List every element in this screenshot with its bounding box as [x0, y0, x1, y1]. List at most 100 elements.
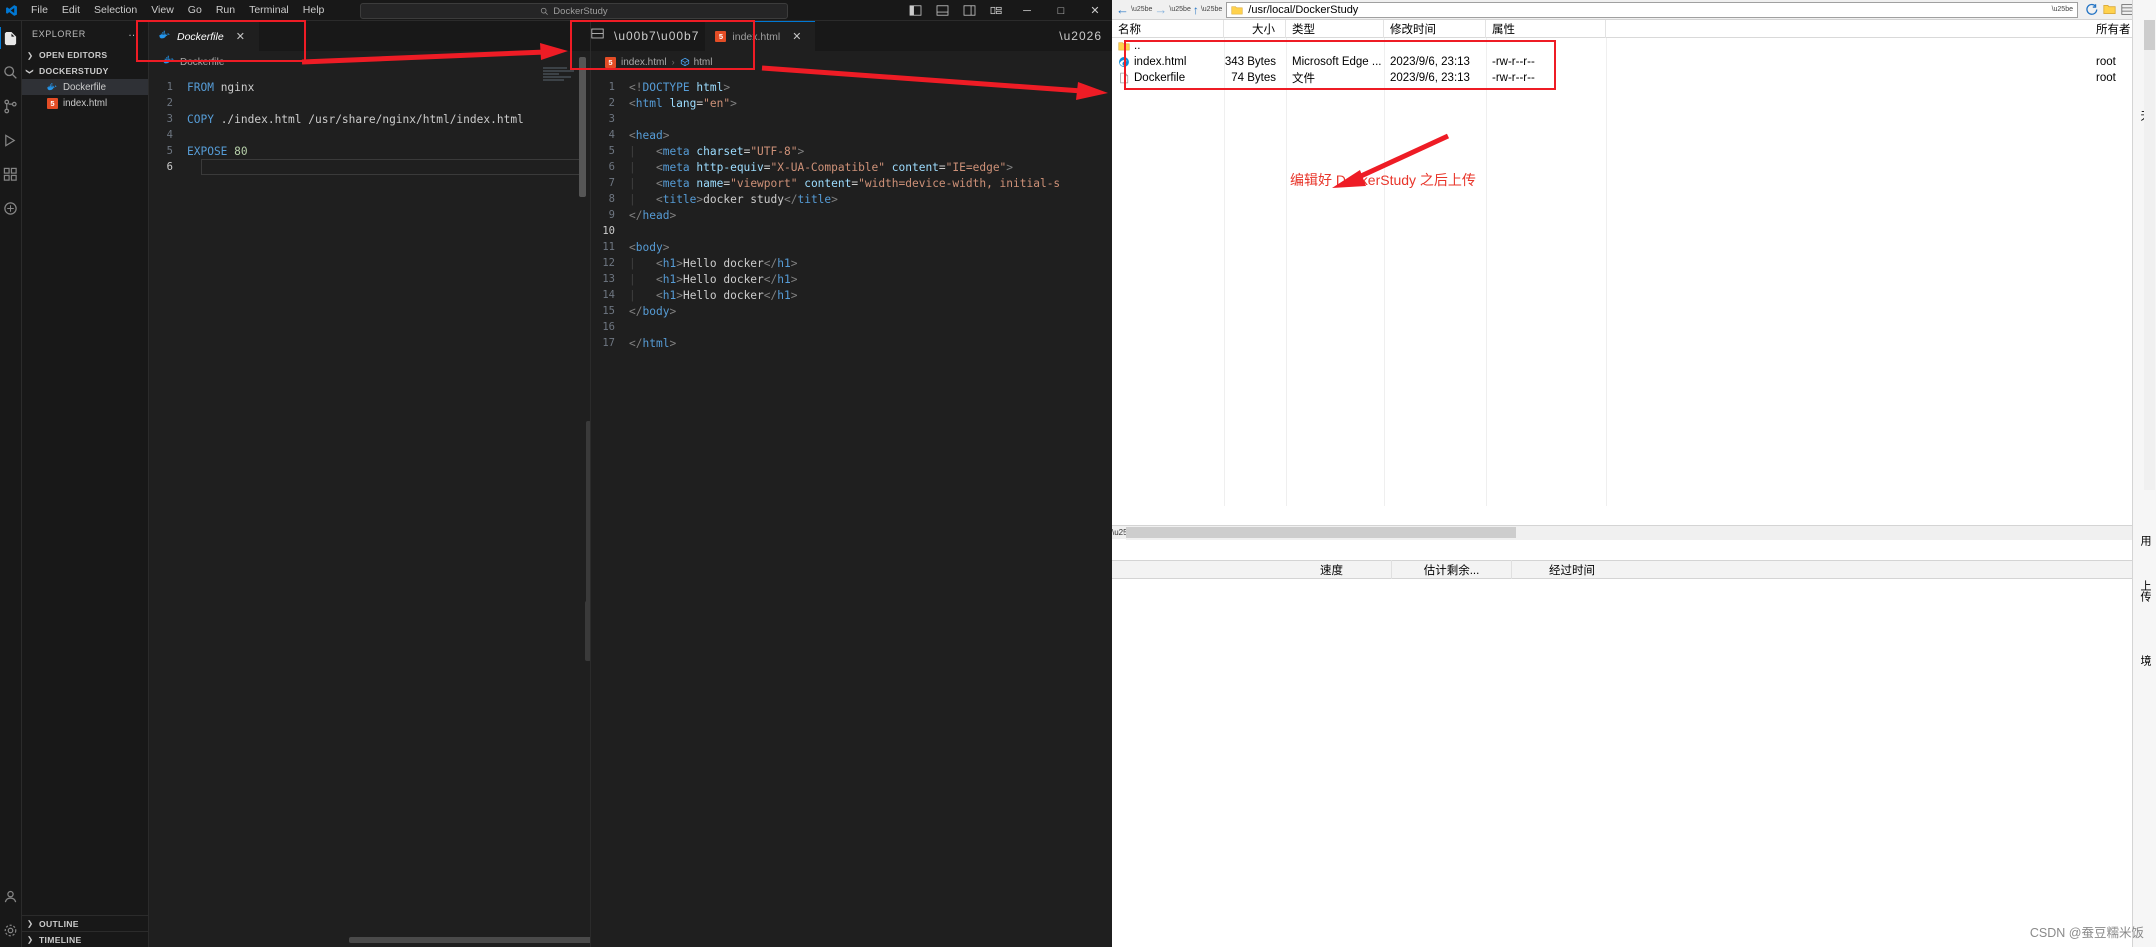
sidebar-section-dockerstudy[interactable]: ❯ DOCKERSTUDY [22, 63, 148, 79]
column-header-name[interactable]: 名称 [1112, 19, 1224, 38]
column-header-size[interactable]: 大小 [1224, 19, 1286, 38]
cell-attr [1486, 38, 1606, 54]
toggle-panel-icon[interactable] [929, 0, 956, 21]
activity-run-debug-icon[interactable] [0, 123, 22, 157]
code-line: 14 | <h1>Hello docker</h1> [591, 287, 1112, 303]
activity-settings-gear-icon[interactable] [0, 913, 22, 947]
file-name-label: index.html [1134, 56, 1187, 68]
close-button[interactable]: ✕ [1078, 0, 1112, 21]
docker-file-icon [163, 55, 175, 69]
menu-terminal[interactable]: Terminal [242, 2, 296, 18]
rail-label: 用 [2139, 535, 2151, 546]
sidebar-section-open-editors[interactable]: ❯ OPEN EDITORS [22, 47, 148, 63]
column-header-time[interactable]: 修改时间 [1384, 19, 1486, 38]
breadcrumb-symbol[interactable]: html [680, 56, 713, 68]
fm-nav-group: ← \u25be → \u25be ↑ \u25be [1116, 2, 1222, 17]
file-name-label: Dockerfile [1134, 72, 1186, 84]
menu-selection[interactable]: Selection [87, 2, 144, 18]
line-number: 15 [602, 305, 615, 317]
vscode-window: File Edit Selection View Go Run Terminal… [0, 0, 1112, 947]
fm-file-list[interactable]: .. index.html 343 Bytes Microsoft Edge . [1112, 38, 2156, 506]
code-line: 12 | <h1>Hello docker</h1> [591, 255, 1112, 271]
activity-search-icon[interactable] [0, 55, 22, 89]
refresh-icon[interactable] [2085, 3, 2098, 16]
menu-run[interactable]: Run [209, 2, 242, 18]
breadcrumb-right[interactable]: 5 index.html › html [591, 51, 1112, 73]
sidebar-file-index-html[interactable]: 5 index.html [22, 95, 148, 111]
editor-vertical-scrollbar-right[interactable] [579, 57, 586, 197]
code-line: 1 <!DOCTYPE html> [591, 79, 1112, 95]
toggle-primary-sidebar-icon[interactable] [902, 0, 929, 21]
scroll-thumb[interactable] [1126, 527, 1516, 538]
menu-view[interactable]: View [144, 2, 181, 18]
scroll-track[interactable] [1126, 525, 2142, 540]
minimap[interactable] [543, 67, 583, 111]
explorer-more-icon[interactable]: … [128, 28, 140, 38]
annotation-upload-note: 编辑好 DockerStudy 之后上传 [1290, 172, 1476, 188]
menu-help[interactable]: Help [296, 2, 332, 18]
more-actions-icon[interactable]: \u00b7\u00b7 [614, 30, 699, 42]
chevron-down-icon[interactable]: \u25be [2052, 6, 2073, 13]
split-editor-icon[interactable] [591, 27, 604, 45]
new-folder-icon[interactable] [2103, 3, 2116, 16]
rail-scrollbar[interactable] [2144, 20, 2155, 490]
code-line: 11 <body> [591, 239, 1112, 255]
tab-close-icon[interactable]: ✕ [236, 30, 245, 43]
menu-file[interactable]: File [24, 2, 55, 18]
menu-go[interactable]: Go [181, 2, 209, 18]
activity-source-control-icon[interactable] [0, 89, 22, 123]
fm-path-input[interactable]: /usr/local/DockerStudy \u25be [1226, 1, 2078, 18]
split-resizer[interactable] [585, 601, 589, 661]
tab-index-html[interactable]: 5 index.html ✕ [705, 21, 816, 51]
tab-dockerfile[interactable]: Dockerfile ✕ [149, 21, 259, 51]
activity-extensions-icon[interactable] [0, 157, 22, 191]
toggle-secondary-sidebar-icon[interactable] [956, 0, 983, 21]
chevron-down-icon[interactable]: \u25be [1131, 6, 1152, 13]
more-actions-icon[interactable]: \u2026 [1059, 30, 1102, 42]
code-editor-dockerfile[interactable]: 1 FROM nginx 2 3 COPY ./index.html /usr/… [149, 73, 590, 175]
activity-account-icon[interactable] [0, 879, 22, 913]
line-number: 13 [602, 273, 615, 285]
code-editor-indexhtml[interactable]: 1 <!DOCTYPE html> 2 <html lang="en"> 3 4… [591, 73, 1112, 351]
column-divider [1224, 38, 1225, 506]
column-divider [1286, 38, 1287, 506]
column-header-type[interactable]: 类型 [1286, 19, 1384, 38]
tabbar-right: \u00b7\u00b7 5 index.html ✕ \u2026 [591, 21, 1112, 51]
activity-explorer-icon[interactable] [0, 21, 22, 55]
tab-close-icon[interactable]: ✕ [792, 30, 801, 43]
command-search-bar[interactable]: DockerStudy [360, 3, 788, 19]
customize-layout-icon[interactable] [983, 0, 1010, 21]
table-row[interactable]: index.html 343 Bytes Microsoft Edge ... … [1112, 54, 2156, 70]
vscode-logo-icon [0, 0, 22, 21]
cell-time [1384, 38, 1486, 54]
maximize-button[interactable]: □ [1044, 0, 1078, 21]
menu-edit[interactable]: Edit [55, 2, 87, 18]
cell-size: 343 Bytes [1224, 56, 1276, 68]
sidebar-file-label: Dockerfile [63, 81, 107, 93]
sidebar-file-dockerfile[interactable]: Dockerfile [22, 79, 148, 95]
sidebar-section-outline[interactable]: ❯ OUTLINE [22, 915, 148, 931]
sidebar-section-timeline[interactable]: ❯ TIMELINE [22, 931, 148, 947]
breadcrumb-left[interactable]: Dockerfile [149, 51, 590, 73]
breadcrumb-symbol-label: html [693, 56, 713, 68]
fm-path-value: /usr/local/DockerStudy [1248, 3, 1359, 16]
fm-transfer-status-header: 速度 估计剩余... 经过时间 [1112, 560, 2156, 579]
vscode-menubar[interactable]: File Edit Selection View Go Run Terminal… [24, 2, 331, 18]
activity-docker-icon[interactable] [0, 191, 22, 225]
chevron-down-icon[interactable]: \u25be [1169, 6, 1190, 13]
edge-browser-icon [1119, 57, 1129, 67]
sidebar-footer-group: ❯ OUTLINE ❯ TIMELINE [22, 915, 148, 947]
scroll-left-icon[interactable]: \u25c0 [1112, 528, 1136, 537]
line-number: 3 [166, 113, 173, 125]
docker-file-icon [47, 82, 58, 93]
fm-back-icon[interactable]: ← [1116, 2, 1129, 17]
table-row[interactable]: .. [1112, 38, 2156, 54]
minimize-button[interactable]: ─ [1010, 0, 1044, 21]
fm-horizontal-scrollbar[interactable]: \u25c0 \u25b6 [1112, 525, 2156, 540]
fm-up-icon[interactable]: ↑ [1193, 3, 1199, 17]
table-row[interactable]: Dockerfile 74 Bytes 文件 2023/9/6, 23:13 -… [1112, 70, 2156, 86]
chevron-down-icon[interactable]: \u25be [1201, 6, 1222, 13]
fm-forward-icon[interactable]: → [1154, 2, 1167, 17]
column-header-attr[interactable]: 属性 [1486, 19, 1606, 38]
line-number: 1 [166, 81, 173, 93]
